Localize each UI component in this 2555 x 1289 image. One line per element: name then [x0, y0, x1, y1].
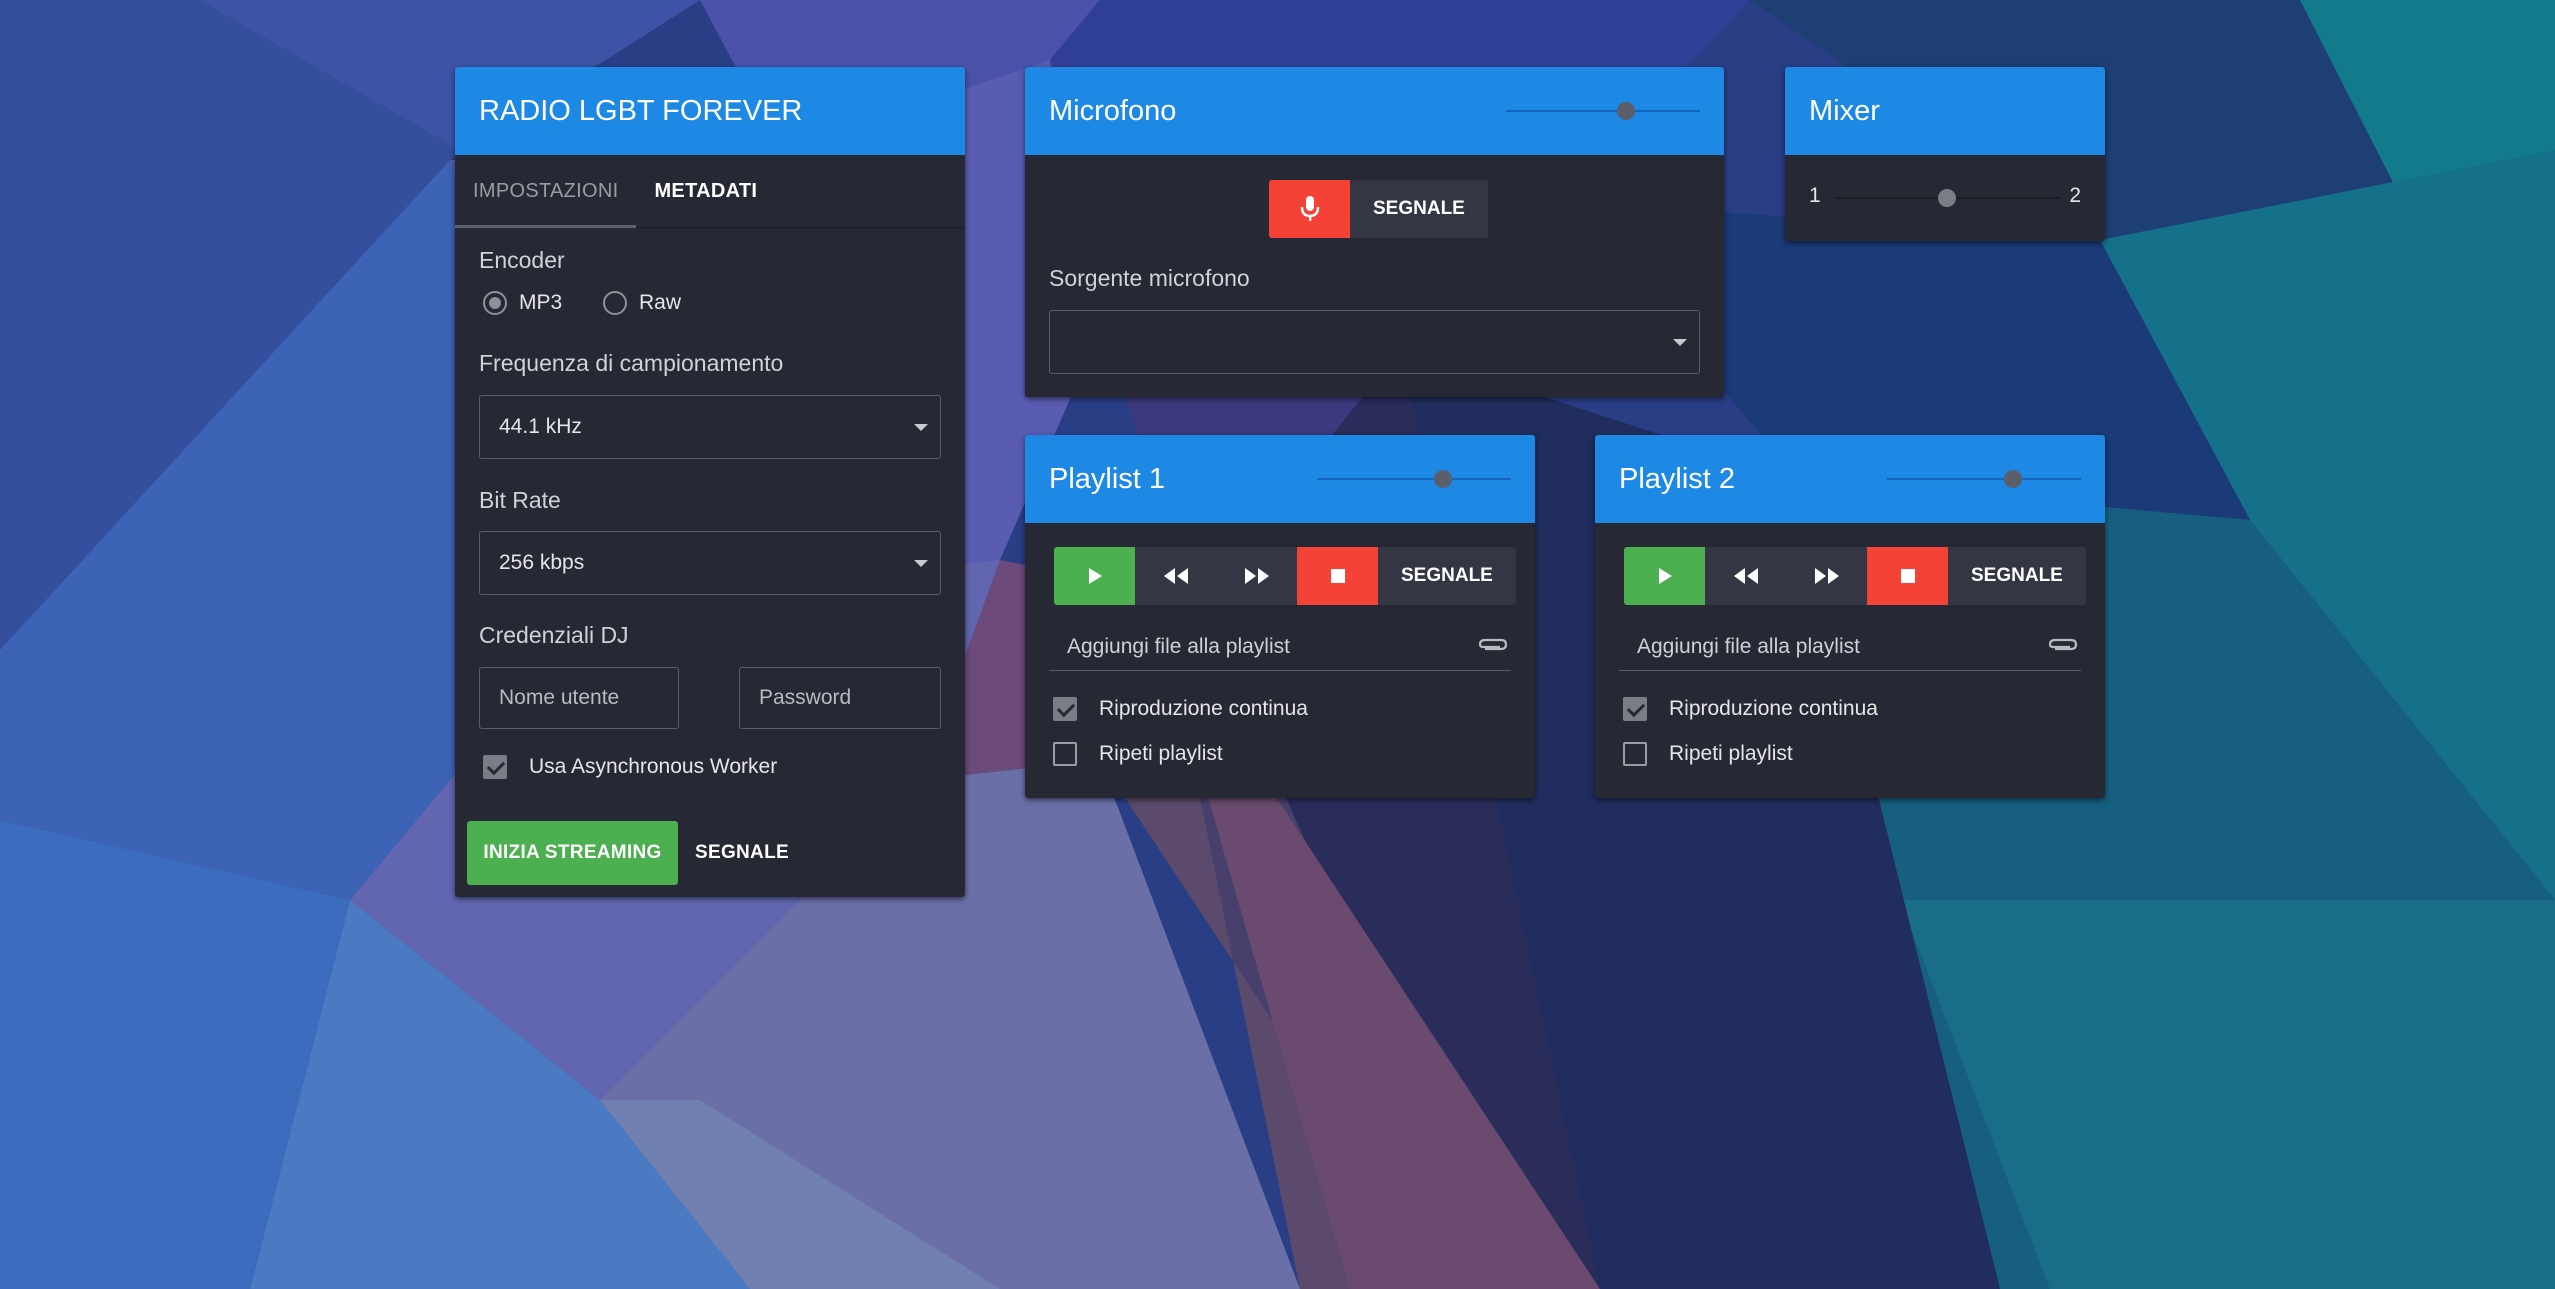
sample-rate-value: 44.1 kHz [499, 415, 582, 438]
playlist-2-volume-slider[interactable] [1887, 470, 2081, 488]
stream-settings-panel: RADIO LGBT FOREVER IMPOSTAZIONI METADATI… [455, 67, 965, 897]
playlist-2-play-button[interactable] [1624, 547, 1705, 605]
sample-rate-select[interactable]: 44.1 kHz [479, 395, 941, 459]
microphone-icon [1300, 196, 1319, 221]
playlist-1-header: Playlist 1 [1025, 435, 1535, 523]
playlist-1-rewind-button[interactable] [1135, 547, 1216, 605]
microphone-source-select[interactable] [1049, 310, 1700, 374]
mixer-panel: Mixer 1 2 [1785, 67, 2105, 241]
tab-impostazioni[interactable]: IMPOSTAZIONI [455, 155, 637, 228]
playlist-1-signal-button[interactable]: SEGNALE [1378, 547, 1516, 605]
sample-rate-label: Frequenza di campionamento [479, 350, 784, 376]
playlist-2-repeat-checkbox[interactable] [1623, 742, 1647, 766]
paperclip-icon[interactable] [2047, 635, 2079, 655]
playlist-2-title: Playlist 2 [1619, 462, 1736, 495]
stop-icon [1900, 569, 1915, 583]
start-streaming-button[interactable]: INIZIA STREAMING [467, 821, 678, 885]
paperclip-icon[interactable] [1477, 635, 1509, 655]
encoder-option-mp3[interactable]: MP3 [483, 291, 562, 315]
microphone-title: Microfono [1049, 94, 1177, 127]
playlist-2-rewind-button[interactable] [1705, 547, 1786, 605]
async-worker-option[interactable]: Usa Asynchronous Worker [483, 755, 777, 779]
chevron-down-icon [1673, 339, 1687, 346]
playlist-2-continuous-checkbox[interactable] [1623, 697, 1647, 721]
playlist-2-continuous-option[interactable]: Riproduzione continua [1623, 697, 1878, 721]
playlist-1-add-files-input[interactable]: Aggiungi file alla playlist [1049, 623, 1511, 671]
microphone-source-label: Sorgente microfono [1049, 265, 1250, 291]
playlist-2-transport: SEGNALE [1624, 547, 2086, 605]
mixer-right-label: 2 [2069, 184, 2081, 207]
playlist-1-volume-knob[interactable] [1434, 470, 1453, 488]
encoder-option-raw[interactable]: Raw [603, 291, 681, 315]
playlist-1-forward-button[interactable] [1216, 547, 1297, 605]
fast-forward-icon [1814, 568, 1839, 584]
mixer-crossfader[interactable] [1835, 189, 2059, 207]
username-placeholder: Nome utente [499, 686, 620, 709]
tab-metadati[interactable]: METADATI [636, 155, 775, 227]
chevron-down-icon [914, 424, 928, 431]
microphone-panel: Microfono SEGNALE Sorgente microfono [1025, 67, 1724, 397]
settings-tabs: IMPOSTAZIONI METADATI [455, 155, 965, 228]
playlist-2-continuous-label: Riproduzione continua [1669, 697, 1878, 720]
playlist-1-repeat-option[interactable]: Ripeti playlist [1053, 742, 1223, 766]
encoder-label: Encoder [479, 247, 565, 273]
playlist-1-continuous-checkbox[interactable] [1053, 697, 1077, 721]
playlist-2-repeat-option[interactable]: Ripeti playlist [1623, 742, 1793, 766]
password-field[interactable]: Password [739, 667, 941, 729]
play-icon [1088, 568, 1102, 584]
playlist-2-add-files-input[interactable]: Aggiungi file alla playlist [1619, 623, 2081, 671]
mixer-crossfader-knob[interactable] [1938, 189, 1956, 207]
playlist-2-forward-button[interactable] [1786, 547, 1867, 605]
mixer-title: Mixer [1809, 94, 1880, 127]
stop-icon [1330, 569, 1345, 583]
playlist-1-transport: SEGNALE [1054, 547, 1516, 605]
playlist-2-signal-button[interactable]: SEGNALE [1948, 547, 2086, 605]
microphone-volume-slider[interactable] [1506, 102, 1700, 120]
dj-credentials-label: Credenziali DJ [479, 622, 629, 648]
microphone-controls: SEGNALE [1269, 180, 1488, 238]
playlist-2-add-files-placeholder: Aggiungi file alla playlist [1637, 634, 1860, 658]
mixer-crossfader-row: 1 2 [1785, 155, 2105, 241]
playlist-2-volume-knob[interactable] [2004, 470, 2023, 488]
async-worker-checkbox[interactable] [483, 755, 507, 779]
microphone-toggle-button[interactable] [1269, 180, 1350, 238]
raw-radio[interactable] [603, 291, 627, 315]
chevron-down-icon [914, 560, 928, 567]
mixer-header: Mixer [1785, 67, 2105, 155]
playlist-1-continuous-option[interactable]: Riproduzione continua [1053, 697, 1308, 721]
playlist-1-volume-slider[interactable] [1317, 470, 1511, 488]
playlist-2-stop-button[interactable] [1867, 547, 1948, 605]
bit-rate-label: Bit Rate [479, 487, 561, 513]
playlist-1-panel: Playlist 1 SEGNALE Aggiungi file alla pl… [1025, 435, 1535, 798]
rewind-icon [1163, 568, 1188, 584]
playlist-2-repeat-label: Ripeti playlist [1669, 742, 1793, 765]
playlist-1-continuous-label: Riproduzione continua [1099, 697, 1308, 720]
playlist-1-stop-button[interactable] [1297, 547, 1378, 605]
fast-forward-icon [1244, 568, 1269, 584]
stream-signal-button[interactable]: SEGNALE [686, 821, 798, 885]
rewind-icon [1733, 568, 1758, 584]
microphone-header: Microfono [1025, 67, 1724, 155]
playlist-1-title: Playlist 1 [1049, 462, 1166, 495]
username-field[interactable]: Nome utente [479, 667, 679, 729]
bit-rate-select[interactable]: 256 kbps [479, 531, 941, 595]
raw-label: Raw [639, 291, 682, 314]
playlist-1-repeat-checkbox[interactable] [1053, 742, 1077, 766]
playlist-1-repeat-label: Ripeti playlist [1099, 742, 1223, 765]
mp3-label: MP3 [519, 291, 563, 314]
play-icon [1658, 568, 1672, 584]
stream-settings-header: RADIO LGBT FOREVER [455, 67, 965, 155]
microphone-volume-knob[interactable] [1617, 102, 1636, 120]
microphone-signal-button[interactable]: SEGNALE [1350, 180, 1488, 238]
playlist-2-panel: Playlist 2 SEGNALE Aggiungi file alla pl… [1595, 435, 2105, 798]
station-title: RADIO LGBT FOREVER [479, 94, 803, 127]
password-placeholder: Password [759, 686, 852, 709]
mp3-radio[interactable] [483, 291, 507, 315]
playlist-2-header: Playlist 2 [1595, 435, 2105, 523]
bit-rate-value: 256 kbps [499, 551, 585, 574]
async-worker-label: Usa Asynchronous Worker [529, 755, 778, 778]
playlist-1-add-files-placeholder: Aggiungi file alla playlist [1067, 634, 1290, 658]
mixer-left-label: 1 [1809, 184, 1821, 207]
playlist-1-play-button[interactable] [1054, 547, 1135, 605]
